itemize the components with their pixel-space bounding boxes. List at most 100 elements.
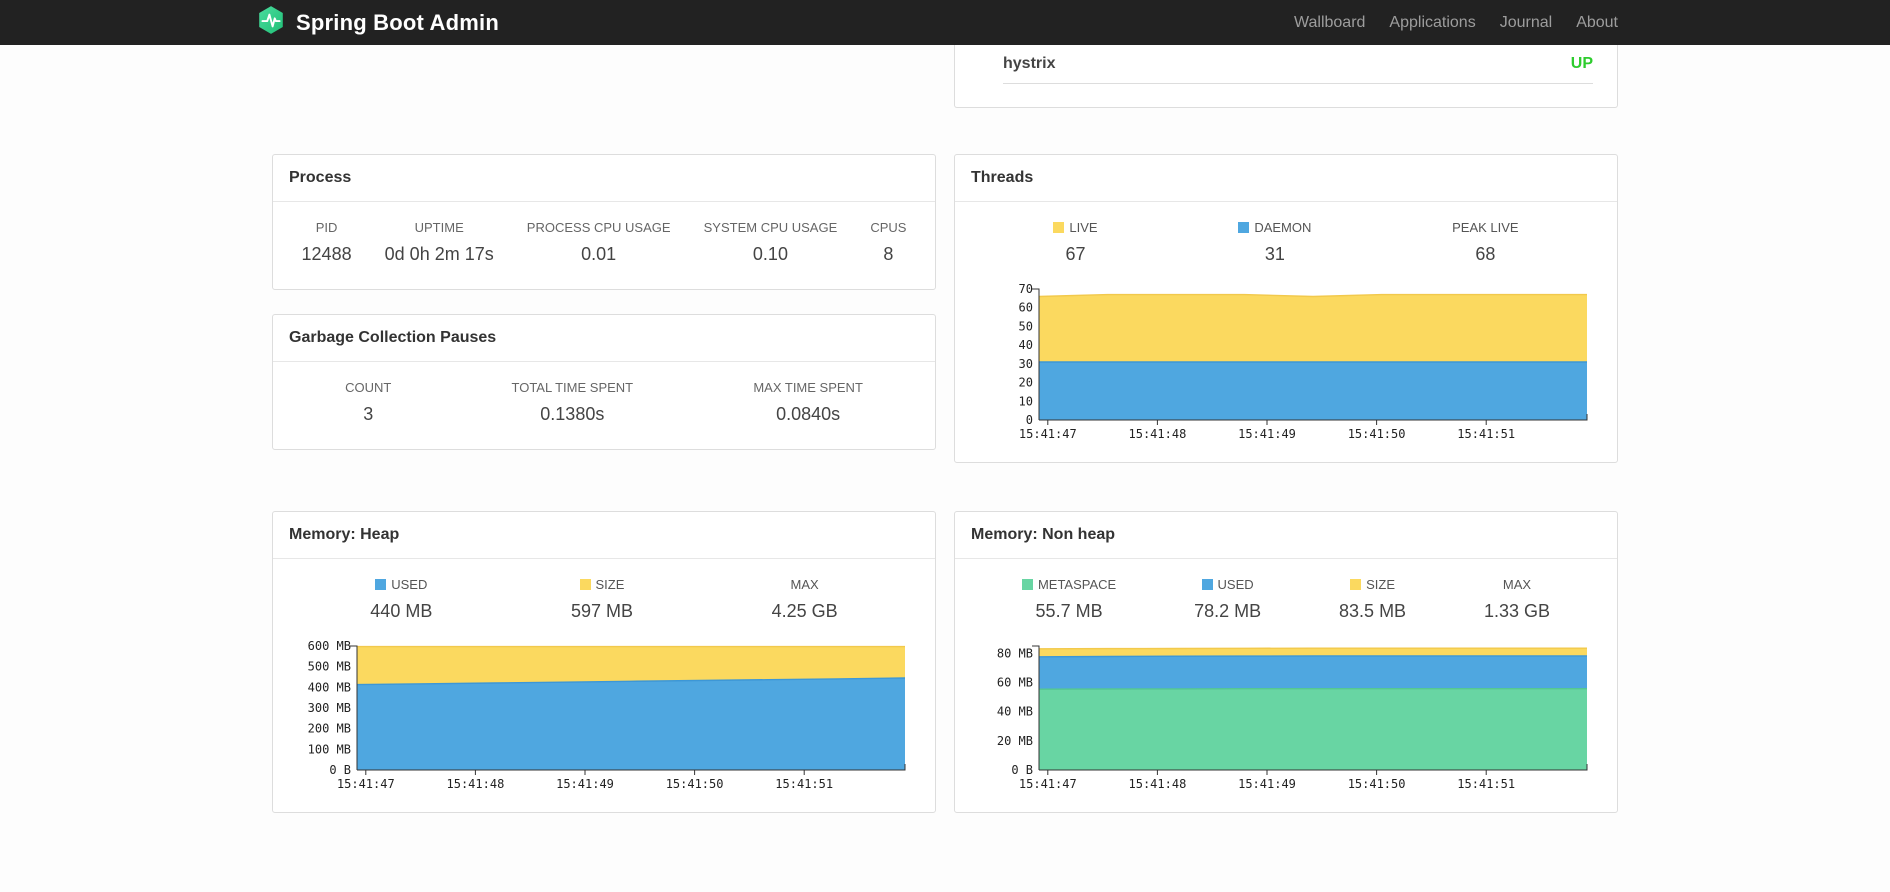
legend-label: LIVE — [1069, 220, 1098, 235]
svg-text:10: 10 — [1019, 394, 1033, 408]
left-column: Process PID 12488 UPTIME 0d 0h 2m 17s PR… — [272, 154, 936, 463]
svg-text:15:41:49: 15:41:49 — [1238, 427, 1296, 441]
svg-text:15:41:48: 15:41:48 — [1129, 777, 1187, 791]
health-rows: hystrix UP — [955, 45, 1617, 84]
svg-text:40 MB: 40 MB — [997, 705, 1033, 719]
navbar: Spring Boot Admin Wallboard Applications… — [0, 0, 1890, 45]
nav-link[interactable]: Applications — [1377, 14, 1487, 32]
memory-heap-panel: Memory: Heap USED 440 MB SIZE 597 MB MAX… — [272, 511, 936, 813]
legend-label: MAX — [1502, 577, 1532, 592]
gc-panel: Garbage Collection Pauses COUNT 3 TOTAL … — [272, 314, 936, 450]
legend-item: MAX 1.33 GB — [1484, 577, 1550, 622]
svg-text:200 MB: 200 MB — [308, 722, 351, 736]
legend-item: SIZE 83.5 MB — [1339, 577, 1406, 622]
heap-legend: USED 440 MB SIZE 597 MB MAX 4.25 GB — [273, 559, 935, 622]
legend-value: 4.25 GB — [771, 601, 838, 621]
nav-link[interactable]: About — [1564, 14, 1618, 32]
legend-item: DAEMON 31 — [1238, 220, 1311, 265]
svg-text:80 MB: 80 MB — [997, 646, 1033, 660]
legend-swatch — [579, 579, 591, 590]
nonheap-chart-area: 0 B 20 MB 40 MB 60 MB 80 MB 15:41:47 15:41:48 1… — [955, 622, 1617, 812]
memory-nonheap-panel-title: Memory: Non heap — [955, 512, 1617, 559]
stat-label: UPTIME — [414, 220, 464, 235]
legend-value: 83.5 MB — [1339, 601, 1407, 621]
status-badge: UP — [1570, 55, 1593, 72]
svg-text:0: 0 — [1026, 413, 1033, 427]
brand-title: Spring Boot Admin — [296, 9, 500, 35]
main-content: hystrix UP Process PID 12488 UPTIME 0d 0… — [272, 45, 1618, 813]
heap-chart-area: 0 B 100 MB 200 MB 300 MB 400 MB 500 MB 600 MB 1… — [273, 622, 935, 812]
legend-swatch — [1350, 579, 1362, 590]
stat-value: 0.1380s — [540, 404, 605, 424]
legend-value: 68 — [1475, 244, 1496, 264]
svg-text:50: 50 — [1019, 319, 1033, 333]
svg-text:15:41:51: 15:41:51 — [1457, 427, 1515, 441]
navbar-links: Wallboard Applications Journal About — [1282, 14, 1618, 32]
process-stats: PID 12488 UPTIME 0d 0h 2m 17s PROCESS CP… — [273, 202, 935, 289]
legend-swatch — [1201, 579, 1213, 590]
stat: TOTAL TIME SPENT 0.1380s — [512, 380, 634, 425]
legend-value: 78.2 MB — [1194, 601, 1262, 621]
legend-item: METASPACE 55.7 MB — [1021, 577, 1117, 622]
svg-text:15:41:48: 15:41:48 — [447, 777, 505, 791]
stat-value: 3 — [363, 404, 374, 424]
legend-value: 55.7 MB — [1035, 601, 1103, 621]
memory-nonheap-panel: Memory: Non heap METASPACE 55.7 MB USED … — [954, 511, 1618, 813]
stat-value: 0.0840s — [776, 404, 841, 424]
svg-text:100 MB: 100 MB — [308, 742, 351, 756]
stat-label: TOTAL TIME SPENT — [511, 380, 634, 395]
svg-text:15:41:47: 15:41:47 — [1019, 777, 1077, 791]
heap-chart: 0 B 100 MB 200 MB 300 MB 400 MB 500 MB 600 MB 1… — [308, 639, 906, 791]
legend-label: MAX — [790, 577, 819, 592]
stat-value: 0.10 — [752, 244, 788, 264]
stat-value: 8 — [883, 244, 894, 264]
application-name: hystrix — [1003, 55, 1056, 72]
legend-label: USED — [391, 577, 428, 592]
legend-value: 1.33 GB — [1483, 601, 1551, 621]
legend-swatch — [1021, 579, 1033, 590]
svg-text:15:41:49: 15:41:49 — [556, 777, 614, 791]
stat-label: PROCESS CPU USAGE — [526, 220, 671, 235]
legend-label: METASPACE — [1037, 577, 1117, 592]
stat-label: PID — [315, 220, 338, 235]
stat-label: MAX TIME SPENT — [753, 380, 863, 395]
nav-link[interactable]: Journal — [1488, 14, 1564, 32]
svg-text:0 B: 0 B — [329, 763, 351, 777]
stat-value: 0.01 — [581, 244, 617, 264]
svg-text:70: 70 — [1019, 282, 1033, 296]
legend-item: USED 78.2 MB — [1194, 577, 1261, 622]
svg-text:15:41:50: 15:41:50 — [1348, 427, 1406, 441]
brand-link[interactable]: Spring Boot Admin — [256, 5, 499, 40]
health-row[interactable]: hystrix UP — [1003, 45, 1593, 84]
svg-text:0 B: 0 B — [1011, 763, 1033, 777]
nav-link[interactable]: Wallboard — [1282, 14, 1377, 32]
stat-label: CPUS — [870, 220, 907, 235]
svg-text:20 MB: 20 MB — [997, 734, 1033, 748]
stat-label: COUNT — [345, 380, 392, 395]
stat: SYSTEM CPU USAGE 0.10 — [704, 220, 838, 265]
process-panel: Process PID 12488 UPTIME 0d 0h 2m 17s PR… — [272, 154, 936, 290]
stat-value: 0d 0h 2m 17s — [384, 244, 494, 264]
svg-text:30: 30 — [1019, 357, 1033, 371]
legend-value: 31 — [1264, 244, 1285, 264]
legend-label: DAEMON — [1254, 220, 1312, 235]
stat: CPUS 8 — [870, 220, 906, 265]
svg-text:60 MB: 60 MB — [997, 676, 1033, 690]
threads-panel: Threads LIVE 67 DAEMON 31 PEAK LIVE 68 0… — [954, 154, 1618, 463]
svg-text:15:41:49: 15:41:49 — [1238, 777, 1296, 791]
stat-label: SYSTEM CPU USAGE — [703, 220, 838, 235]
svg-text:15:41:47: 15:41:47 — [1019, 427, 1077, 441]
stat: PROCESS CPU USAGE 0.01 — [527, 220, 671, 265]
stat: PID 12488 — [302, 220, 352, 265]
svg-text:15:41:47: 15:41:47 — [337, 777, 395, 791]
svg-text:15:41:48: 15:41:48 — [1129, 427, 1187, 441]
legend-item: USED 440 MB — [370, 577, 432, 622]
legend-label: PEAK LIVE — [1452, 220, 1519, 235]
legend-swatch — [1053, 222, 1065, 233]
legend-item: LIVE 67 — [1053, 220, 1098, 265]
svg-text:500 MB: 500 MB — [308, 660, 351, 674]
svg-text:15:41:50: 15:41:50 — [666, 777, 724, 791]
svg-text:300 MB: 300 MB — [308, 701, 351, 715]
svg-text:40: 40 — [1019, 338, 1033, 352]
legend-value: 597 MB — [570, 601, 633, 621]
